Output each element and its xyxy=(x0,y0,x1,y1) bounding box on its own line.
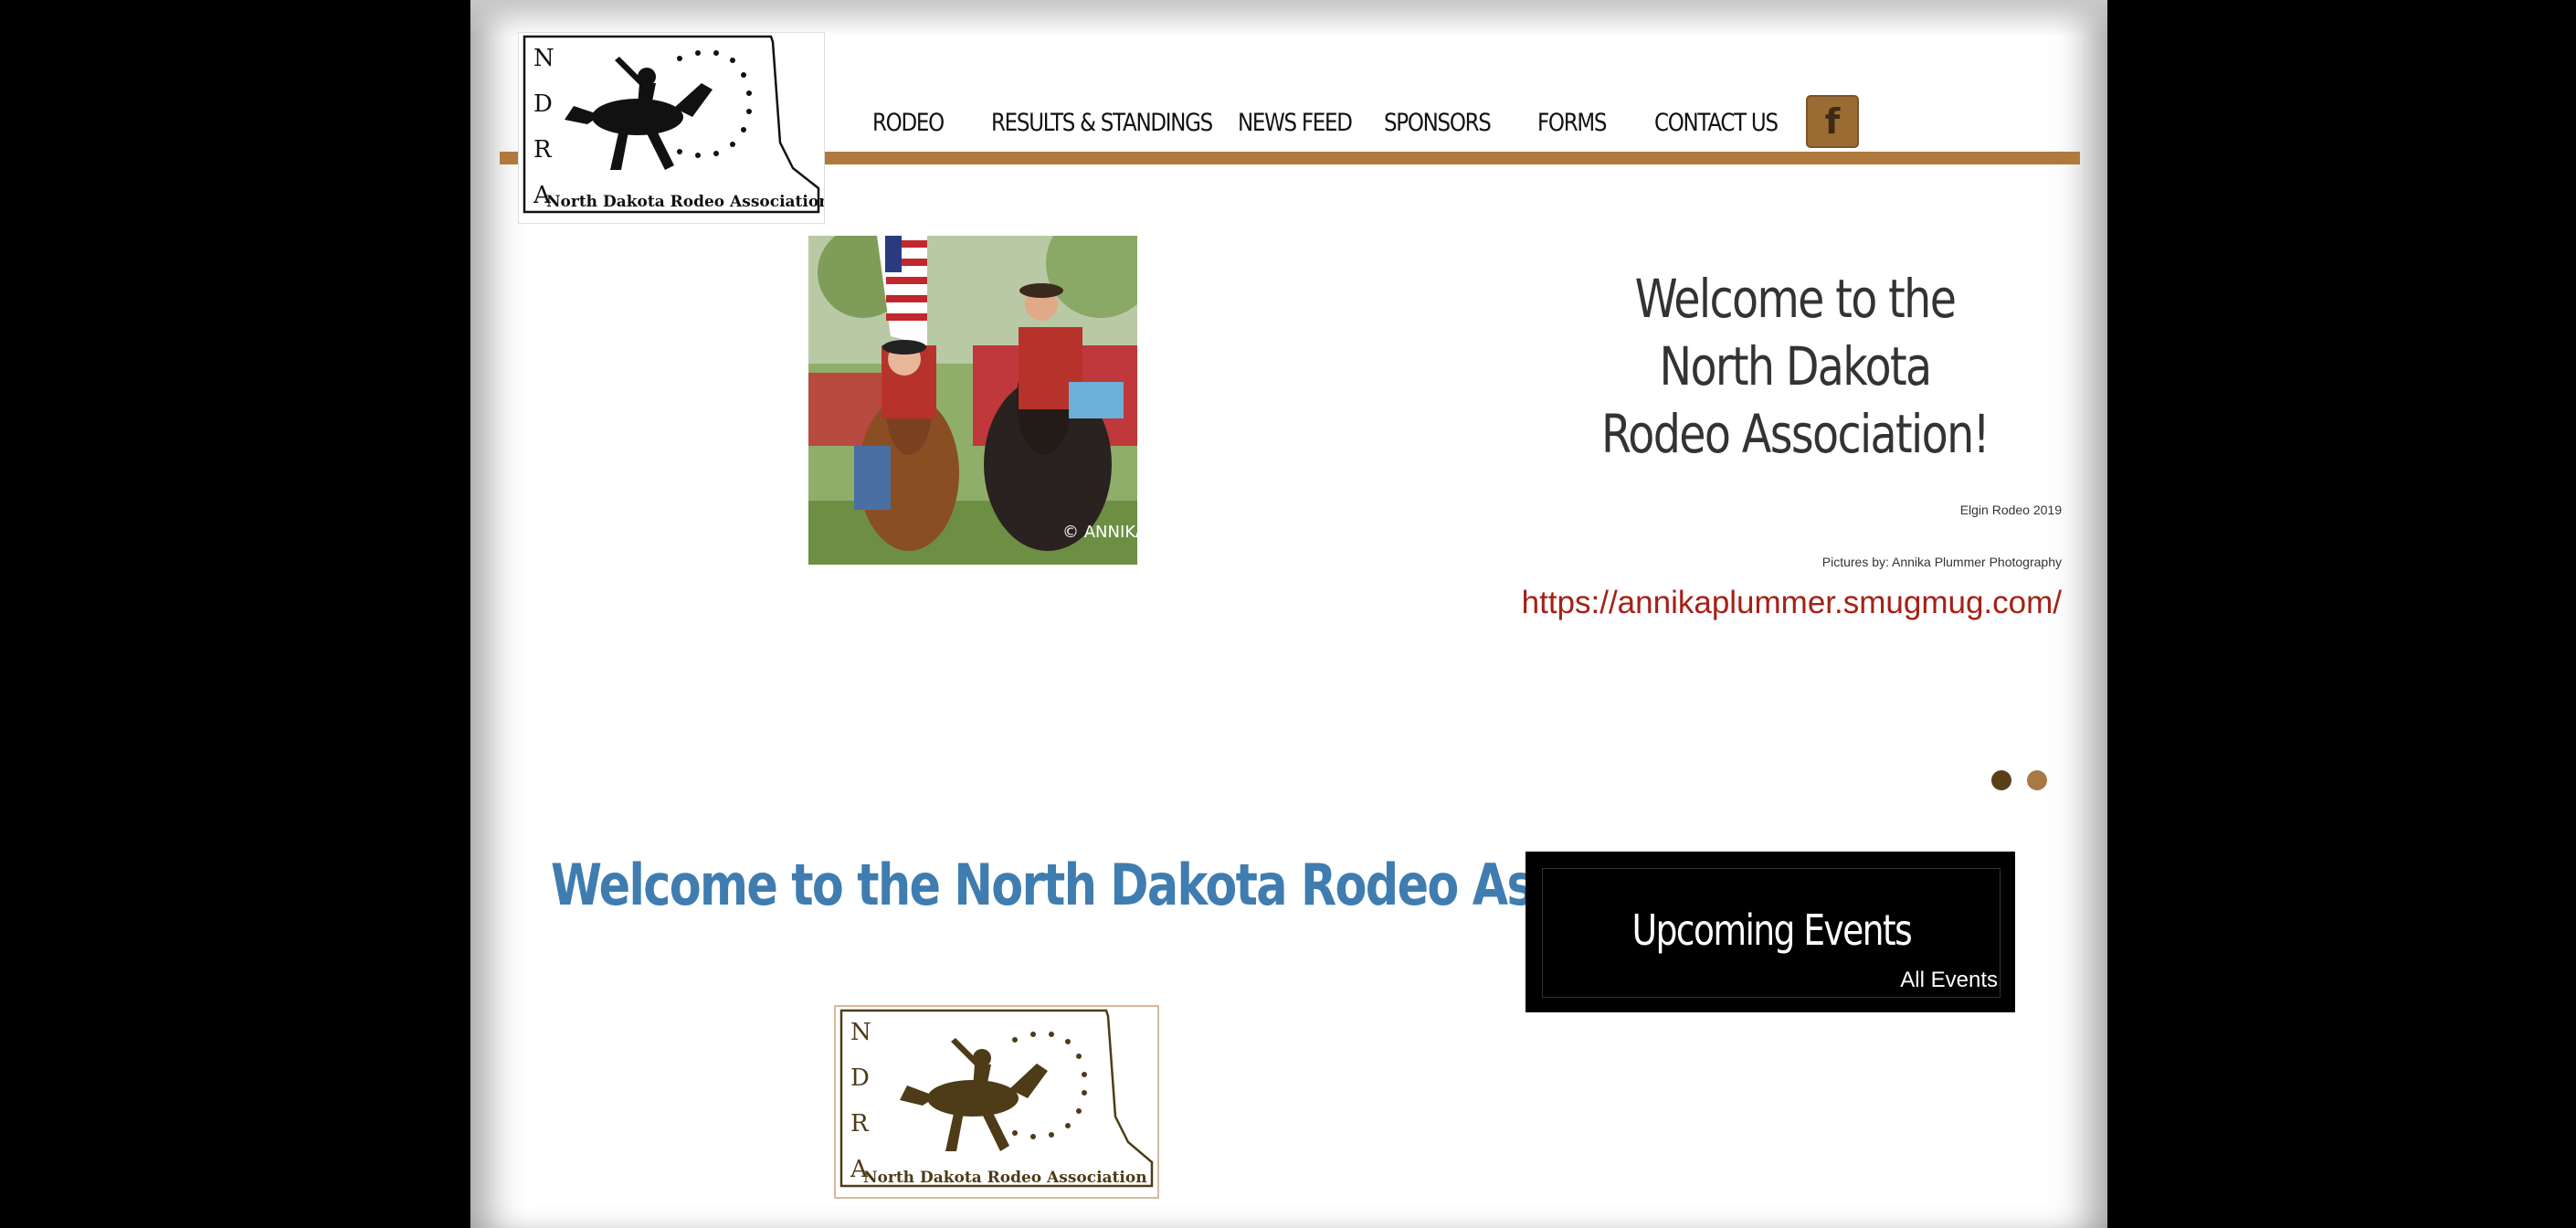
nav-item-forms[interactable]: FORMS xyxy=(1537,109,1654,137)
photographer-link[interactable]: https://annikaplummer.smugmug.com/ xyxy=(1522,585,2062,621)
upcoming-events-title: Upcoming Events xyxy=(1631,905,1912,955)
ndra-logo-icon: N D R A North Dakota Rodeo Association xyxy=(523,35,830,214)
svg-text:N: N xyxy=(533,45,554,72)
ndra-logo-brown-icon: N D R A North Dakota Rodeo Association xyxy=(839,1009,1154,1188)
hero-caption-event: Elgin Rodeo 2019 xyxy=(1959,503,2062,517)
svg-text:D: D xyxy=(850,1064,870,1092)
hero-caption-credit: Pictures by: Annika Plummer Photography xyxy=(1821,555,2062,569)
svg-text:R: R xyxy=(533,136,553,164)
slider-dot-2[interactable] xyxy=(2027,770,2047,790)
svg-text:D: D xyxy=(533,90,553,118)
nav-item-results-standings[interactable]: RESULTS & STANDINGS xyxy=(991,109,1238,137)
facebook-icon[interactable]: f xyxy=(1806,95,1859,148)
nav-item-news-feed[interactable]: NEWS FEED xyxy=(1238,109,1384,137)
svg-text:North Dakota Rodeo Association: North Dakota Rodeo Association xyxy=(863,1169,1147,1187)
main-nav: RODEO RESULTS & STANDINGS NEWS FEED SPON… xyxy=(872,91,1800,154)
all-events-link[interactable]: All Events xyxy=(1900,968,1998,993)
nav-item-contact-us[interactable]: CONTACT US xyxy=(1654,109,1800,137)
svg-text:R: R xyxy=(850,1110,870,1138)
ndra-logo-secondary: N D R A North Dakota Rodeo Association xyxy=(834,1005,1159,1199)
hero-title: Welcome to the North Dakota Rodeo Associ… xyxy=(1557,265,2032,468)
page-title: Welcome to the North Dakota Rodeo Associ… xyxy=(551,852,1758,918)
nav-item-sponsors[interactable]: SPONSORS xyxy=(1384,109,1537,137)
rodeo-riders-photo: © ANNIKA PHOTO xyxy=(808,236,1137,565)
top-shade xyxy=(470,0,2107,37)
nav-item-rodeo[interactable]: RODEO xyxy=(872,109,991,137)
svg-text:N: N xyxy=(850,1019,871,1046)
upcoming-events-widget: Upcoming Events All Events xyxy=(1526,852,2015,1012)
upcoming-events-frame: Upcoming Events All Events xyxy=(1542,868,2001,998)
hero-title-line: Welcome to the xyxy=(1634,268,1957,330)
slider-dot-1[interactable] xyxy=(1991,770,2011,790)
svg-text:North Dakota Rodeo Association: North Dakota Rodeo Association xyxy=(546,193,824,211)
hero-title-line: Rodeo Association! xyxy=(1600,403,1990,465)
site-logo[interactable]: N D R A North Dakota Rodeo Association xyxy=(518,32,830,224)
page: N D R A North Dakota Rodeo Association R… xyxy=(470,0,2107,1228)
svg-text:© ANNIKA PHOTO: © ANNIKA PHOTO xyxy=(1062,523,1137,542)
hero-photo: © ANNIKA PHOTO xyxy=(808,236,1137,565)
hero-title-line: North Dakota xyxy=(1659,335,1933,397)
